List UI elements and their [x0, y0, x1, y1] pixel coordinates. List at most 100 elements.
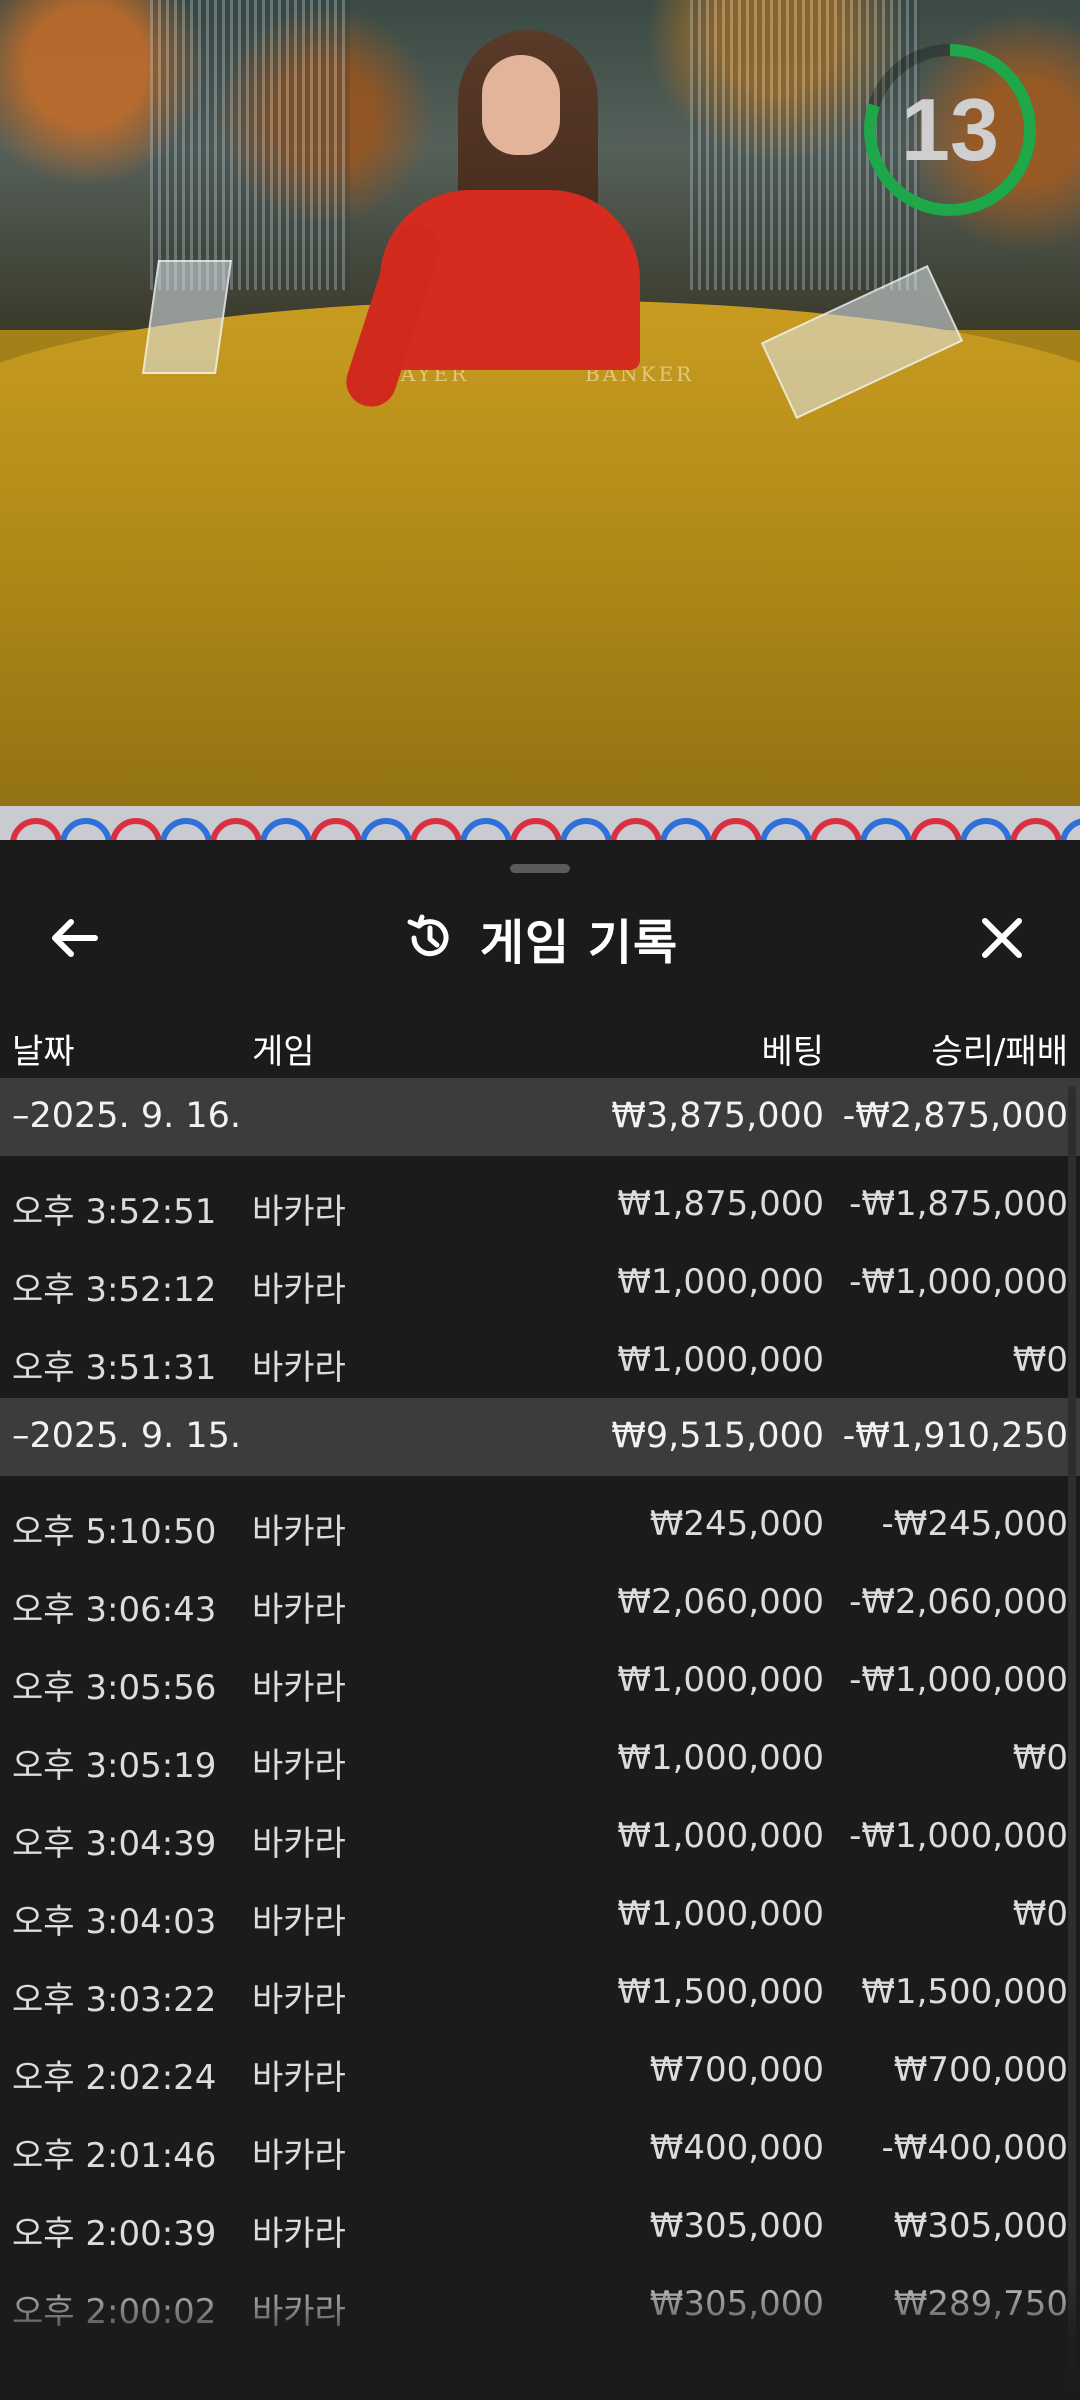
table-row[interactable]: 오후 2:02:24 바카라 ₩700,000 ₩700,000: [0, 2030, 1080, 2108]
bead-road-strip[interactable]: [0, 806, 1080, 840]
row-time: 오후 3:03:22: [12, 1980, 217, 2020]
row-bet: ₩2,060,000: [617, 1582, 824, 1622]
column-header-row: 날짜 게임 베팅 승리/패배: [0, 1012, 1080, 1078]
row-bet: ₩1,000,000: [617, 1262, 824, 1302]
road-banker-circle: [10, 818, 62, 840]
history-icon: [407, 914, 449, 957]
group-result-total: -₩2,875,000: [842, 1096, 1068, 1136]
row-bet: ₩400,000: [649, 2128, 824, 2168]
history-list[interactable]: –2025. 9. 16. ₩3,875,000 -₩2,875,000 오후 3:5…: [0, 1078, 1080, 2342]
road-banker-circle: [210, 818, 262, 840]
row-result: -₩400,000: [881, 2128, 1069, 2168]
table-row[interactable]: 오후 3:04:03 바카라 ₩1,000,000 ₩0: [0, 1874, 1080, 1952]
road-banker-circle: [510, 818, 562, 840]
close-icon: [982, 918, 1022, 958]
road-banker-circle: [410, 818, 462, 840]
road-player-circle: [660, 818, 712, 840]
table-row[interactable]: 오후 3:52:51 바카라 ₩1,875,000 -₩1,875,000: [0, 1164, 1080, 1242]
column-header-bet: 베팅: [761, 1032, 824, 1072]
row-result: -₩1,875,000: [849, 1184, 1068, 1224]
row-time: 오후 2:01:46: [12, 2136, 217, 2176]
group-date: –2025. 9. 15.: [12, 1416, 242, 1456]
row-game: 바카라: [252, 1192, 346, 1232]
row-bet: ₩305,000: [649, 2284, 824, 2324]
group-date: –2025. 9. 16.: [12, 1096, 242, 1136]
road-player-circle: [1060, 818, 1080, 840]
row-result: -₩1,000,000: [849, 1262, 1068, 1302]
table-row[interactable]: 오후 3:06:43 바카라 ₩2,060,000 -₩2,060,000: [0, 1562, 1080, 1640]
close-button[interactable]: [972, 908, 1032, 968]
column-header-result: 승리/패배: [931, 1032, 1068, 1072]
baccarat-table: [0, 300, 1080, 806]
row-result: -₩1,000,000: [849, 1816, 1068, 1856]
led-wall: [150, 0, 350, 290]
table-row[interactable]: 오후 2:00:02 바카라 ₩305,000 ₩289,750: [0, 2264, 1080, 2342]
road-banker-circle: [310, 818, 362, 840]
row-bet: ₩305,000: [649, 2206, 824, 2246]
row-time: 오후 2:00:39: [12, 2214, 217, 2254]
column-header-date: 날짜: [12, 1032, 75, 1072]
row-spacer: [0, 1156, 1080, 1164]
row-time: 오후 3:51:31: [12, 1348, 217, 1388]
row-game: 바카라: [252, 1668, 346, 1708]
table-row[interactable]: 오후 2:01:46 바카라 ₩400,000 -₩400,000: [0, 2108, 1080, 2186]
row-result: ₩700,000: [893, 2050, 1068, 2090]
table-row[interactable]: 오후 3:03:22 바카라 ₩1,500,000 ₩1,500,000: [0, 1952, 1080, 2030]
row-game: 바카라: [252, 1746, 346, 1786]
row-game: 바카라: [252, 1512, 346, 1552]
table-row[interactable]: 오후 3:05:19 바카라 ₩1,000,000 ₩0: [0, 1718, 1080, 1796]
table-row[interactable]: 오후 3:52:12 바카라 ₩1,000,000 -₩1,000,000: [0, 1242, 1080, 1320]
row-bet: ₩1,875,000: [617, 1184, 824, 1224]
table-row[interactable]: 오후 3:51:31 바카라 ₩1,000,000 ₩0: [0, 1320, 1080, 1398]
row-game: 바카라: [252, 1824, 346, 1864]
road-banker-circle: [710, 818, 762, 840]
row-time: 오후 3:05:56: [12, 1668, 217, 1708]
row-time: 오후 3:05:19: [12, 1746, 217, 1786]
road-player-circle: [360, 818, 412, 840]
row-time: 오후 3:04:03: [12, 1902, 217, 1942]
road-banker-circle: [610, 818, 662, 840]
row-bet: ₩1,000,000: [617, 1816, 824, 1856]
row-result: -₩2,060,000: [849, 1582, 1068, 1622]
row-result: ₩305,000: [893, 2206, 1068, 2246]
dealer-face: [482, 55, 560, 155]
road-player-circle: [60, 818, 112, 840]
road-player-circle: [560, 818, 612, 840]
row-result: ₩289,750: [893, 2284, 1068, 2324]
row-bet: ₩1,000,000: [617, 1660, 824, 1700]
table-row[interactable]: 오후 3:04:39 바카라 ₩1,000,000 -₩1,000,000: [0, 1796, 1080, 1874]
row-time: 오후 2:00:02: [12, 2292, 217, 2332]
sheet-title-group: 게임 기록: [0, 908, 1080, 971]
row-result: -₩1,000,000: [849, 1660, 1068, 1700]
row-bet: ₩1,000,000: [617, 1894, 824, 1934]
row-game: 바카라: [252, 1980, 346, 2020]
row-bet: ₩1,000,000: [617, 1340, 824, 1380]
row-time: 오후 3:04:39: [12, 1824, 217, 1864]
row-game: 바카라: [252, 2292, 346, 2332]
date-group-header[interactable]: –2025. 9. 16. ₩3,875,000 -₩2,875,000: [0, 1078, 1080, 1156]
row-time: 오후 3:52:51: [12, 1192, 217, 1232]
row-bet: ₩245,000: [649, 1504, 824, 1544]
road-player-circle: [960, 818, 1012, 840]
drag-handle[interactable]: [510, 864, 570, 873]
row-game: 바카라: [252, 2136, 346, 2176]
row-game: 바카라: [252, 1590, 346, 1630]
row-bet: ₩700,000: [649, 2050, 824, 2090]
scrollbar[interactable]: [1068, 1086, 1076, 2386]
row-game: 바카라: [252, 1270, 346, 1310]
table-row[interactable]: 오후 5:10:50 바카라 ₩245,000 -₩245,000: [0, 1484, 1080, 1562]
row-game: 바카라: [252, 2214, 346, 2254]
row-game: 바카라: [252, 1348, 346, 1388]
row-result: ₩1,500,000: [861, 1972, 1068, 2012]
row-result: -₩245,000: [881, 1504, 1069, 1544]
table-row[interactable]: 오후 2:00:39 바카라 ₩305,000 ₩305,000: [0, 2186, 1080, 2264]
row-game: 바카라: [252, 2058, 346, 2098]
game-history-sheet: 게임 기록 날짜 게임 베팅 승리/패배 –2025. 9. 16. ₩3,875…: [0, 842, 1080, 2400]
row-result: ₩0: [1012, 1894, 1068, 1934]
date-group-header[interactable]: –2025. 9. 15. ₩9,515,000 -₩1,910,250: [0, 1398, 1080, 1476]
road-player-circle: [260, 818, 312, 840]
road-banker-circle: [910, 818, 962, 840]
road-banker-circle: [110, 818, 162, 840]
row-result: ₩0: [1012, 1340, 1068, 1380]
table-row[interactable]: 오후 3:05:56 바카라 ₩1,000,000 -₩1,000,000: [0, 1640, 1080, 1718]
